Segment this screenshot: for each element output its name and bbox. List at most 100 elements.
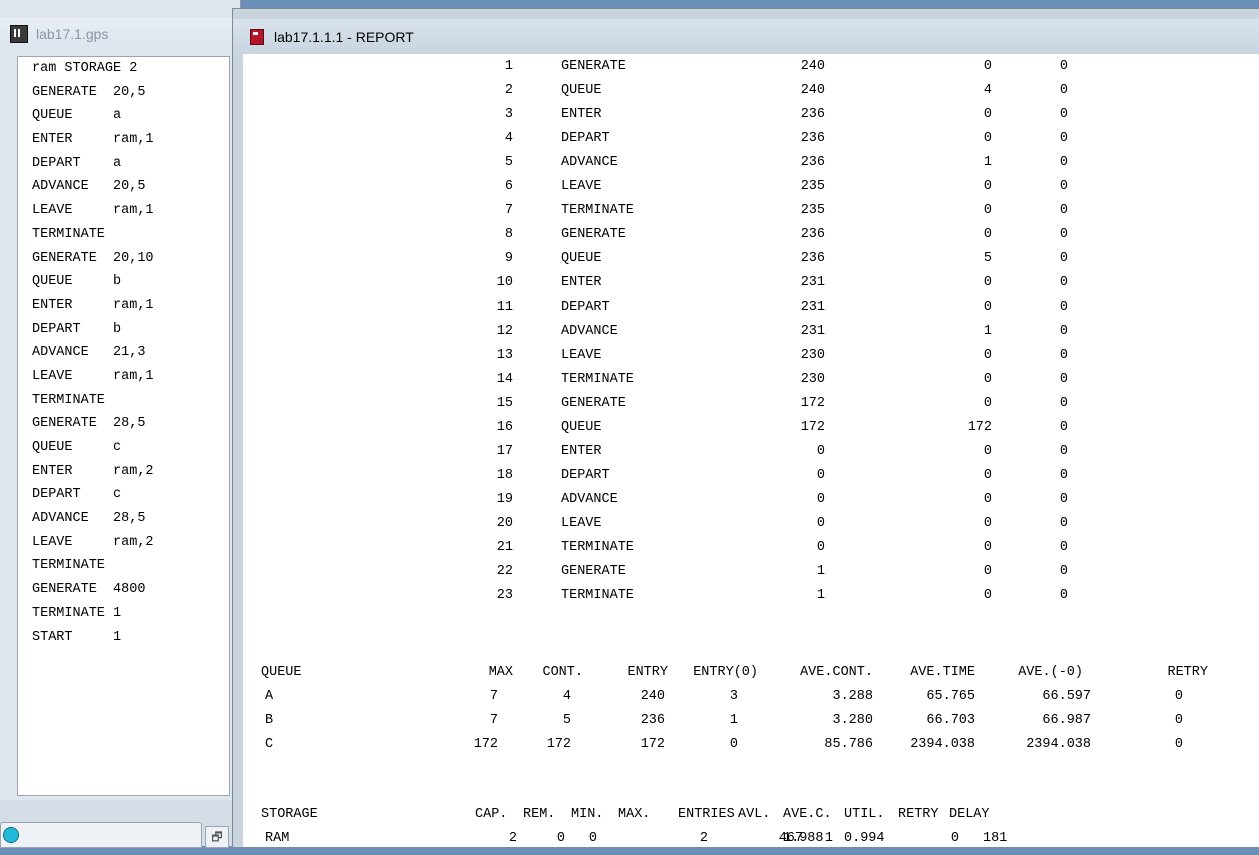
model-window[interactable]: lab17.1.gps ram STORAGE 2 GENERATE 20,5 QU…	[0, 0, 241, 848]
model-line: ADVANCE 21,3	[32, 345, 146, 361]
block-current-count: 0	[983, 515, 992, 531]
model-line: ENTER ram,1	[32, 297, 154, 313]
block-retry: 0	[1059, 131, 1068, 147]
block-entry-count: 235	[800, 179, 825, 195]
block-retry: 0	[1059, 443, 1068, 459]
block-current-count: 0	[983, 564, 992, 580]
storage-col-label: STORAGE	[261, 807, 318, 822]
storage-cell-cap: 2	[508, 831, 517, 846]
block-type: ENTER	[561, 443, 602, 459]
block-retry: 0	[1059, 588, 1068, 604]
queue-cell-cont: 172	[546, 737, 571, 752]
block-entry-count: 230	[800, 347, 825, 363]
block-loc: 6	[504, 179, 513, 195]
queue-cell-ave0: 66.597	[1042, 689, 1091, 704]
block-current-count: 0	[983, 59, 992, 74]
queue-cell-entry0: 3	[729, 689, 738, 704]
model-line: LEAVE ram,1	[32, 203, 154, 219]
model-line: DEPART c	[32, 487, 122, 503]
model-line: QUEUE b	[32, 274, 122, 290]
block-type: ADVANCE	[561, 491, 618, 507]
block-type: QUEUE	[561, 251, 602, 267]
block-row: 21 TERMINATE 0 0 0	[243, 540, 1243, 564]
model-window-titlebar[interactable]: lab17.1.gps	[0, 18, 240, 50]
model-line: QUEUE c	[32, 440, 122, 455]
queue-col-avecont: AVE.CONT.	[800, 665, 873, 680]
block-entry-count: 231	[800, 299, 825, 315]
block-entry-count: 236	[800, 107, 825, 123]
block-row: 1 GENERATE 240 0 0	[243, 59, 1243, 83]
storage-cell-rem: 0	[556, 831, 565, 846]
block-retry: 0	[1059, 491, 1068, 507]
block-row: 10 ENTER 231 0 0	[243, 275, 1243, 299]
block-type: TERMINATE	[561, 203, 634, 219]
block-type: GENERATE	[561, 59, 626, 74]
block-current-count: 0	[983, 347, 992, 363]
model-line: QUEUE a	[32, 108, 122, 124]
queue-cell-entry: 236	[640, 713, 665, 728]
queue-cell-avecont: 3.280	[832, 713, 873, 728]
block-type: GENERATE	[561, 564, 626, 580]
block-row: 14 TERMINATE 230 0 0	[243, 372, 1243, 396]
block-retry: 0	[1059, 371, 1068, 387]
model-line: ADVANCE 28,5	[32, 511, 146, 527]
block-type: DEPART	[561, 131, 610, 147]
model-line: ADVANCE 20,5	[32, 179, 146, 195]
block-entry-count: 0	[816, 491, 825, 507]
block-row: 12 ADVANCE 231 1 0	[243, 324, 1243, 348]
block-entry-count: 0	[816, 540, 825, 555]
model-line: START 1	[32, 629, 122, 645]
block-entry-count: 0	[816, 515, 825, 531]
block-entry-count: 236	[800, 251, 825, 267]
queue-cell-avetime: 2394.038	[910, 737, 975, 752]
queue-cell-avetime: 66.703	[926, 713, 975, 728]
block-row: 20 LEAVE 0 0 0	[243, 516, 1243, 540]
queue-cell-max: 172	[473, 737, 498, 752]
queue-col-avetime: AVE.TIME	[910, 665, 975, 680]
report-window[interactable]: lab17.1.1.1 - REPORT 1 GENERATE 240 0 0 2 QUEU…	[232, 8, 1259, 848]
queue-cell-entry: 240	[640, 689, 665, 704]
block-retry: 0	[1059, 107, 1068, 123]
storage-col-util: UTIL.	[844, 807, 885, 822]
block-current-count: 0	[983, 588, 992, 604]
block-retry: 0	[1059, 347, 1068, 363]
block-row: 16 QUEUE 172 172 0	[243, 420, 1243, 444]
block-current-count: 0	[983, 540, 992, 555]
queue-cell-name: B	[265, 713, 274, 728]
minimized-window-tab[interactable]	[0, 822, 202, 848]
block-type: ENTER	[561, 275, 602, 291]
storage-cell-retry: 0	[950, 831, 959, 846]
block-current-count: 0	[983, 107, 992, 123]
block-retry: 0	[1059, 203, 1068, 219]
block-retry: 0	[1059, 564, 1068, 580]
block-current-count: 0	[983, 179, 992, 195]
block-row: 23 TERMINATE 1 0 0	[243, 588, 1243, 612]
block-current-count: 0	[983, 467, 992, 483]
queue-col-max: MAX	[488, 665, 513, 680]
block-current-count: 4	[983, 83, 992, 99]
block-loc: 13	[496, 347, 513, 363]
restore-window-icon[interactable]: 🗗	[205, 826, 229, 848]
block-current-count: 172	[967, 419, 992, 435]
block-row: 22 GENERATE 1 0 0	[243, 564, 1243, 588]
report-window-titlebar[interactable]: lab17.1.1.1 - REPORT	[233, 19, 1259, 54]
queue-cell-max: 7	[489, 713, 498, 728]
queue-cell-avecont: 85.786	[824, 737, 873, 752]
model-editor[interactable]: ram STORAGE 2 GENERATE 20,5 QUEUE a ENTER r…	[17, 56, 230, 796]
block-loc: 1	[504, 59, 513, 74]
block-current-count: 0	[983, 227, 992, 243]
block-retry: 0	[1059, 275, 1068, 291]
block-type: QUEUE	[561, 419, 602, 435]
queue-col-label: QUEUE	[261, 665, 302, 680]
report-text-area[interactable]: 1 GENERATE 240 0 0 2 QUEUE 240 4 0 3 ENTER 236 0 0 4 DEP…	[243, 54, 1259, 847]
block-loc: 20	[496, 515, 513, 531]
model-line: ENTER ram,2	[32, 463, 154, 479]
model-line: DEPART b	[32, 321, 122, 337]
block-row: 17 ENTER 0 0 0	[243, 444, 1243, 468]
block-current-count: 1	[983, 323, 992, 339]
queue-cell-entry0: 1	[729, 713, 738, 728]
block-entry-count: 240	[800, 83, 825, 99]
queue-row: B 7 5 236 1 3.280 66.703 66.987 0	[243, 713, 1243, 737]
storage-col-rem: REM.	[523, 807, 556, 822]
block-row: 3 ENTER 236 0 0	[243, 107, 1243, 131]
